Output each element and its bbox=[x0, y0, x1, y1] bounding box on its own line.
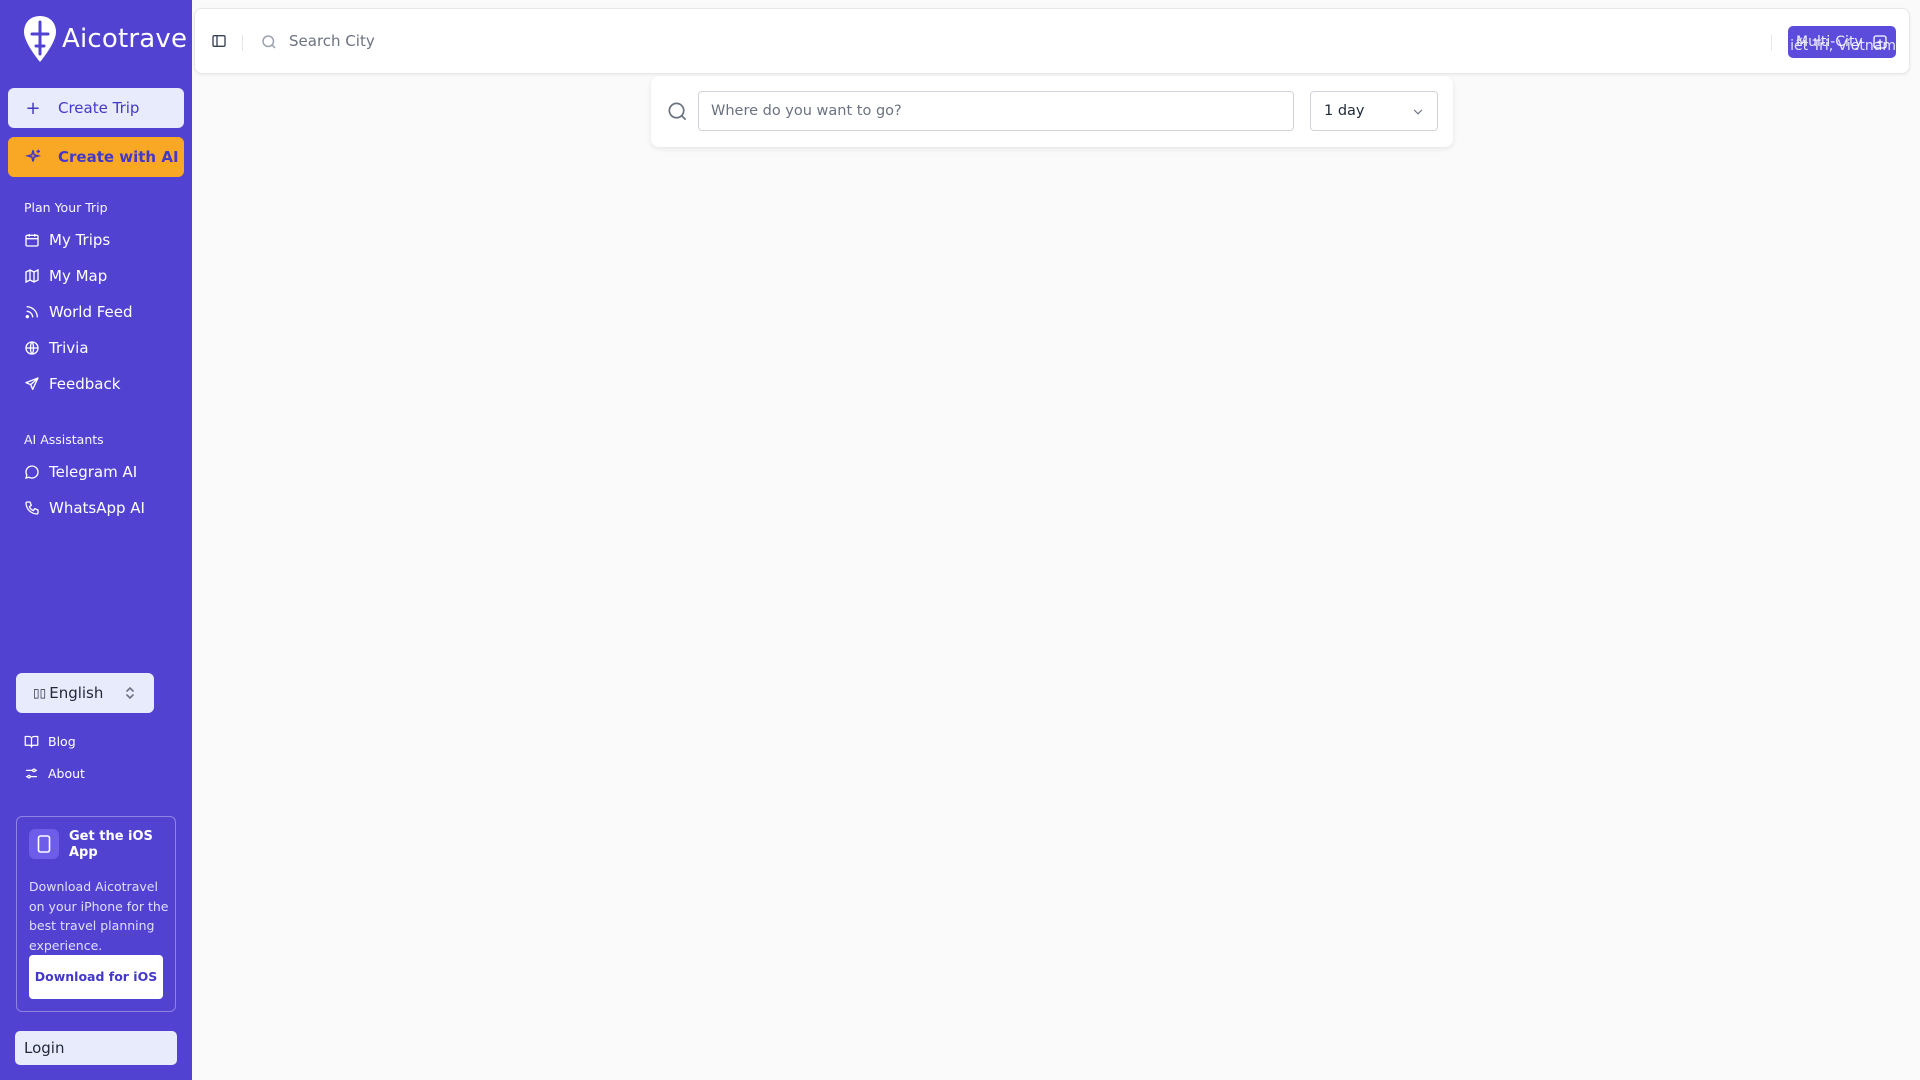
login-button[interactable]: Login bbox=[15, 1031, 177, 1065]
nav-whatsapp-ai[interactable]: WhatsApp AI bbox=[24, 497, 145, 519]
create-trip-label: Create Trip bbox=[58, 99, 140, 117]
create-trip-button[interactable]: + Create Trip bbox=[8, 88, 184, 128]
sidebar: Aicotrave + Create Trip Create with AI P… bbox=[0, 0, 192, 1080]
trip-search-card: 1 day bbox=[651, 76, 1453, 147]
phone-icon bbox=[25, 501, 39, 515]
footer-link-blog[interactable]: Blog bbox=[24, 730, 76, 752]
nav-trivia-label: Trivia bbox=[49, 339, 89, 357]
nav-my-trips[interactable]: My Trips bbox=[24, 229, 110, 251]
globe-icon bbox=[25, 341, 39, 355]
ai-section-label: AI Assistants bbox=[24, 432, 104, 447]
ios-card-title: Get the iOS App bbox=[69, 829, 153, 860]
nav-feedback[interactable]: Feedback bbox=[24, 373, 120, 395]
ios-card-description: Download Aicotravel on your iPhone for t… bbox=[29, 879, 169, 953]
flag-icon: ▯▯ bbox=[33, 686, 47, 700]
nav-world-feed[interactable]: World Feed bbox=[24, 301, 133, 323]
footer-link-about-label: About bbox=[48, 765, 85, 781]
plus-icon: + bbox=[25, 97, 41, 119]
language-select[interactable]: ▯▯ English bbox=[16, 673, 154, 713]
nav-whatsapp-ai-label: WhatsApp AI bbox=[49, 499, 145, 517]
sliders-icon bbox=[25, 768, 38, 778]
nav-world-feed-label: World Feed bbox=[49, 303, 133, 321]
nav-telegram-ai-label: Telegram AI bbox=[49, 463, 138, 481]
multi-city-button[interactable]: Multi-City iết Tri, Vietnam bbox=[1788, 26, 1896, 58]
nav-my-trips-label: My Trips bbox=[49, 231, 111, 249]
duration-value: 1 day bbox=[1324, 103, 1365, 119]
nav-my-map[interactable]: My Map bbox=[24, 265, 107, 287]
calendar-icon bbox=[25, 234, 39, 247]
nav-feedback-label: Feedback bbox=[49, 375, 121, 393]
nav-trivia[interactable]: Trivia bbox=[24, 337, 89, 359]
city-search-input[interactable] bbox=[289, 29, 889, 53]
rss-icon bbox=[25, 306, 38, 319]
plan-section-label: Plan Your Trip bbox=[24, 200, 108, 215]
sparkles-icon bbox=[24, 148, 42, 166]
create-with-ai-label: Create with AI bbox=[58, 148, 179, 166]
search-icon bbox=[668, 102, 687, 121]
language-label: English bbox=[49, 684, 104, 702]
search-icon bbox=[262, 35, 276, 49]
send-icon bbox=[25, 377, 39, 390]
chevrons-up-down-icon bbox=[124, 685, 136, 701]
nav-my-map-label: My Map bbox=[49, 267, 108, 285]
brand-name: Aicotrave bbox=[62, 24, 188, 54]
smartphone-icon bbox=[29, 829, 59, 859]
header-divider bbox=[242, 35, 243, 51]
message-circle-icon bbox=[25, 465, 39, 479]
footer-link-about[interactable]: About bbox=[24, 762, 85, 784]
chevron-down-icon bbox=[1413, 109, 1423, 115]
top-header: Multi-City iết Tri, Vietnam bbox=[194, 8, 1910, 74]
download-ios-button[interactable]: Download for iOS bbox=[29, 955, 163, 999]
footer-link-blog-label: Blog bbox=[48, 733, 76, 749]
ios-app-card: Get the iOS App Download Aicotravel on y… bbox=[16, 816, 176, 1012]
panel-left-icon[interactable] bbox=[211, 33, 227, 49]
create-with-ai-button[interactable]: Create with AI bbox=[8, 137, 184, 177]
brand-logo[interactable]: Aicotrave bbox=[22, 14, 187, 64]
nav-telegram-ai[interactable]: Telegram AI bbox=[24, 461, 137, 483]
header-divider-right bbox=[1771, 35, 1772, 51]
pin-plane-logo-icon bbox=[24, 16, 56, 62]
duration-select[interactable]: 1 day bbox=[1310, 91, 1438, 131]
selected-city-overlay: iết Tri, Vietnam bbox=[1790, 38, 1896, 54]
book-open-icon bbox=[24, 735, 39, 748]
destination-input[interactable] bbox=[698, 91, 1294, 131]
map-icon bbox=[25, 268, 39, 284]
